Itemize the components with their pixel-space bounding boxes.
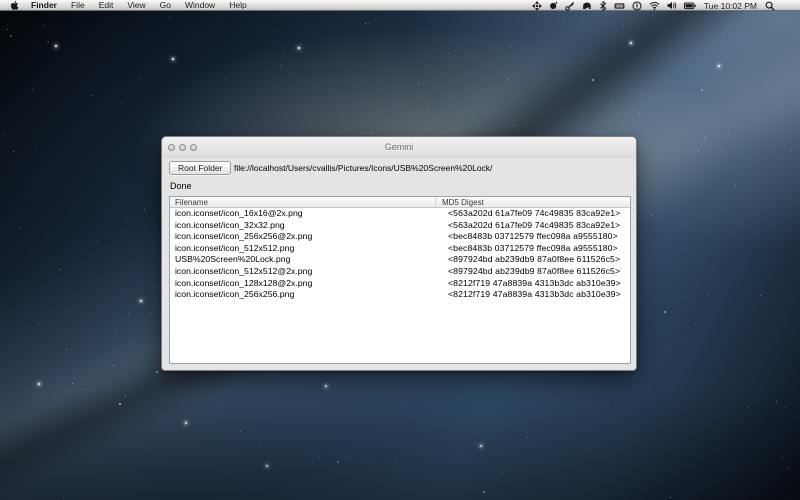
spotlight-menu[interactable] <box>765 1 775 11</box>
bluetooth-icon[interactable] <box>599 1 607 11</box>
minimize-button[interactable] <box>179 144 186 151</box>
table-row[interactable]: icon.iconset/icon_32x32.png <563a202d 61a… <box>170 220 630 232</box>
filename-cell: icon.iconset/icon_512x512.png <box>175 243 294 255</box>
gemini-window: Gemini Root Folder file://localhost/User… <box>161 136 637 371</box>
table-row[interactable]: icon.iconset/icon_256x256.png <8212f719 4… <box>170 289 630 301</box>
close-button[interactable] <box>168 144 175 151</box>
magnifier-icon <box>765 1 775 11</box>
menu-item-help[interactable]: Help <box>222 0 253 11</box>
menu-clock[interactable]: Tue 10:02 PM <box>704 1 757 11</box>
table-header: Filename MD5 Digest <box>170 197 630 208</box>
md5-cell: <8212f719 47a8839a 4313b3dc ab310e39> <box>448 278 621 290</box>
column-header-filename[interactable]: Filename <box>175 197 208 208</box>
volume-icon[interactable] <box>667 1 677 10</box>
filename-cell: icon.iconset/icon_128x128@2x.png <box>175 278 312 290</box>
alert-clock-icon[interactable] <box>632 1 642 11</box>
menu-item-go[interactable]: Go <box>153 0 178 11</box>
battery-icon[interactable] <box>684 2 696 10</box>
key-icon[interactable] <box>565 1 575 11</box>
menu-bar: Finder File Edit View Go Window Help <box>0 0 800 11</box>
table-row[interactable]: icon.iconset/icon_128x128@2x.png <8212f71… <box>170 278 630 290</box>
table-row[interactable]: icon.iconset/icon_512x512.png <bec8483b 0… <box>170 243 630 255</box>
title-bar[interactable]: Gemini <box>162 137 636 158</box>
filename-cell: icon.iconset/icon_16x16@2x.png <box>175 208 303 220</box>
wifi-icon[interactable] <box>649 1 660 10</box>
file-table: Filename MD5 Digest icon.iconset/icon_16… <box>169 196 631 364</box>
column-header-md5[interactable]: MD5 Digest <box>442 197 484 208</box>
column-divider[interactable] <box>435 197 436 208</box>
md5-cell: <bec8483b 03712579 ffec098a a9555180> <box>448 231 618 243</box>
apple-menu[interactable] <box>10 0 19 10</box>
menu-item-edit[interactable]: Edit <box>92 0 121 11</box>
filename-cell: icon.iconset/icon_512x512@2x.png <box>175 266 312 278</box>
status-text: Done <box>170 181 192 191</box>
table-row[interactable]: icon.iconset/icon_512x512@2x.png <897924b… <box>170 266 630 278</box>
menu-item-window[interactable]: Window <box>178 0 222 11</box>
apple-logo-icon <box>10 0 19 10</box>
md5-cell: <563a202d 61a7fe09 74c49835 83ca92e1> <box>448 208 620 220</box>
table-row[interactable]: USB%20Screen%20Lock.png <897924bd ab239db… <box>170 254 630 266</box>
md5-cell: <8212f719 47a8839a 4313b3dc ab310e39> <box>448 289 621 301</box>
md5-cell: <bec8483b 03712579 ffec098a a9555180> <box>448 243 618 255</box>
filename-cell: icon.iconset/icon_256x256.png <box>175 289 294 301</box>
zoom-button[interactable] <box>190 144 197 151</box>
table-body: icon.iconset/icon_16x16@2x.png <563a202d … <box>170 208 630 363</box>
display-icon[interactable] <box>614 1 625 11</box>
menu-item-view[interactable]: View <box>120 0 152 11</box>
menu-extras: Tue 10:02 PM <box>532 0 775 11</box>
root-folder-button[interactable]: Root Folder <box>169 161 231 175</box>
menu-item-file[interactable]: File <box>64 0 92 11</box>
md5-cell: <897924bd ab239db9 87a0f8ee 611526c5> <box>448 266 620 278</box>
md5-cell: <563a202d 61a7fe09 74c49835 83ca92e1> <box>448 220 620 232</box>
table-row[interactable]: icon.iconset/icon_256x256@2x.png <bec8483… <box>170 231 630 243</box>
filename-cell: icon.iconset/icon_256x256@2x.png <box>175 231 312 243</box>
menu-item-finder[interactable]: Finder <box>24 0 64 11</box>
filename-cell: USB%20Screen%20Lock.png <box>175 254 290 266</box>
table-row[interactable]: icon.iconset/icon_16x16@2x.png <563a202d … <box>170 208 630 220</box>
filename-cell: icon.iconset/icon_32x32.png <box>175 220 285 232</box>
elephant-icon[interactable] <box>582 1 592 11</box>
dot-icon[interactable] <box>549 1 558 11</box>
md5-cell: <897924bd ab239db9 87a0f8ee 611526c5> <box>448 254 620 266</box>
folder-path-label: file://localhost/Users/cvallis/Pictures/… <box>234 161 492 175</box>
sync-arrows-icon[interactable] <box>532 1 542 11</box>
window-title: Gemini <box>162 137 636 158</box>
